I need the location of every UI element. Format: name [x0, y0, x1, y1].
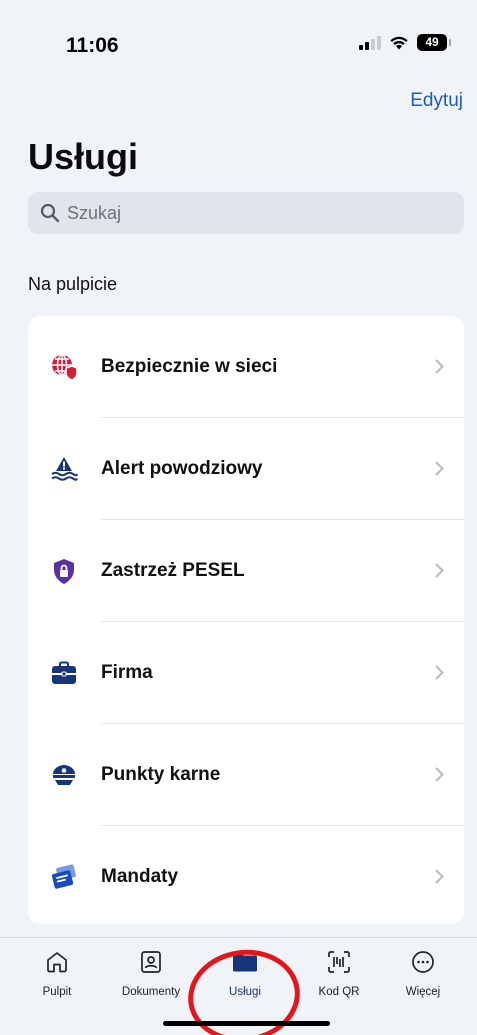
status-icons: 49	[359, 34, 451, 51]
chevron-right-icon	[435, 767, 444, 782]
chevron-right-icon	[435, 563, 444, 578]
flood-alert-icon	[50, 455, 78, 483]
tab-label: Pulpit	[42, 986, 72, 998]
more-icon	[412, 951, 434, 973]
tab-kod-qr[interactable]: Kod QR	[294, 948, 384, 998]
chevron-right-icon	[435, 665, 444, 680]
tab-label: Więcej	[405, 986, 441, 998]
tab-label: Dokumenty	[121, 986, 181, 998]
tab-wiecej[interactable]: Więcej	[378, 948, 468, 998]
section-title: Na pulpicie	[28, 274, 118, 294]
service-label: Firma	[101, 661, 153, 683]
tab-pulpit[interactable]: Pulpit	[12, 948, 102, 998]
document-person-icon	[141, 951, 161, 973]
chevron-right-icon	[435, 869, 444, 884]
qr-scan-icon	[328, 951, 350, 973]
home-indicator	[163, 1021, 330, 1026]
services-card: Bezpiecznie w sieci Alert powodziowy Zas…	[28, 316, 464, 924]
briefcase-icon	[50, 659, 78, 687]
police-cap-icon	[50, 761, 78, 789]
service-label: Punkty karne	[101, 763, 221, 785]
service-label: Mandaty	[101, 865, 179, 887]
service-row-punkty-karne[interactable]: Punkty karne	[28, 724, 464, 825]
service-label: Alert powodziowy	[101, 457, 263, 479]
status-bar: 11:06 49	[0, 0, 477, 90]
service-row-bezpiecznie-w-sieci[interactable]: Bezpiecznie w sieci	[28, 316, 464, 417]
service-row-mandaty[interactable]: Mandaty	[28, 826, 464, 924]
tab-dokumenty[interactable]: Dokumenty	[106, 948, 196, 998]
home-icon	[47, 952, 67, 973]
cellular-signal-icon	[359, 35, 381, 50]
service-row-alert-powodziowy[interactable]: Alert powodziowy	[28, 418, 464, 519]
search-placeholder: Szukaj	[67, 202, 122, 223]
page-title: Usługi	[28, 136, 139, 177]
search-icon	[40, 203, 60, 223]
service-row-zastrzez-pesel[interactable]: Zastrzeż PESEL	[28, 520, 464, 621]
chevron-right-icon	[435, 359, 444, 374]
edit-button[interactable]: Edytuj	[410, 90, 463, 112]
tab-label: Kod QR	[318, 986, 360, 998]
wifi-icon	[390, 36, 408, 50]
lock-shield-icon	[50, 557, 78, 585]
chevron-right-icon	[435, 461, 444, 476]
tickets-icon	[50, 863, 78, 891]
battery-icon: 49	[417, 34, 451, 51]
search-input[interactable]: Szukaj	[28, 192, 464, 234]
service-row-firma[interactable]: Firma	[28, 622, 464, 723]
globe-shield-icon	[50, 353, 78, 381]
service-label: Zastrzeż PESEL	[101, 559, 245, 581]
service-label: Bezpiecznie w sieci	[101, 355, 278, 377]
status-time: 11:06	[66, 34, 119, 57]
